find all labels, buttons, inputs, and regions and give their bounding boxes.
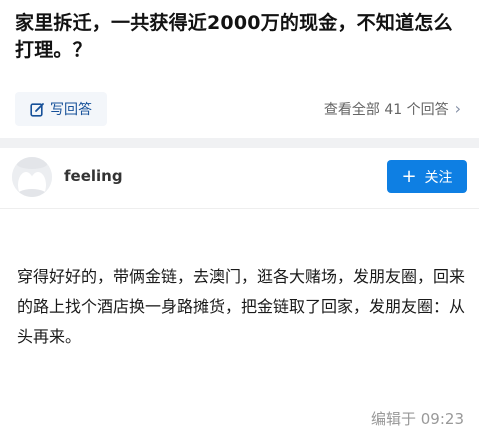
edit-icon — [30, 102, 45, 117]
write-answer-button[interactable]: 写回答 — [15, 92, 107, 126]
author-bar: feeling + 关注 — [0, 148, 479, 209]
follow-label: 关注 — [424, 169, 453, 186]
answer-actions-bar: 写回答 查看全部 41 个回答 › — [0, 88, 479, 132]
answer-content: 穿得好好的，带俩金链，去澳门，逛各大赌场，发朋友圈，回来的路上找个酒店换一身路摊… — [17, 267, 466, 346]
chevron-right-icon: › — [454, 99, 461, 118]
question-title: 家里拆迁，一共获得近2000万的现金，不知道怎么打理。？ — [15, 12, 453, 61]
plus-icon: + — [401, 165, 417, 187]
write-answer-label: 写回答 — [50, 102, 92, 118]
avatar[interactable] — [12, 157, 52, 197]
author-name[interactable]: feeling — [64, 167, 123, 185]
view-all-answers-link[interactable]: 查看全部 41 个回答 › — [324, 98, 461, 120]
default-avatar-icon — [12, 157, 52, 197]
follow-button[interactable]: + 关注 — [387, 160, 467, 193]
view-all-label: 查看全部 41 个回答 — [323, 102, 449, 118]
section-divider — [0, 138, 479, 148]
edit-timestamp: 编辑于 09:23 — [371, 410, 464, 428]
